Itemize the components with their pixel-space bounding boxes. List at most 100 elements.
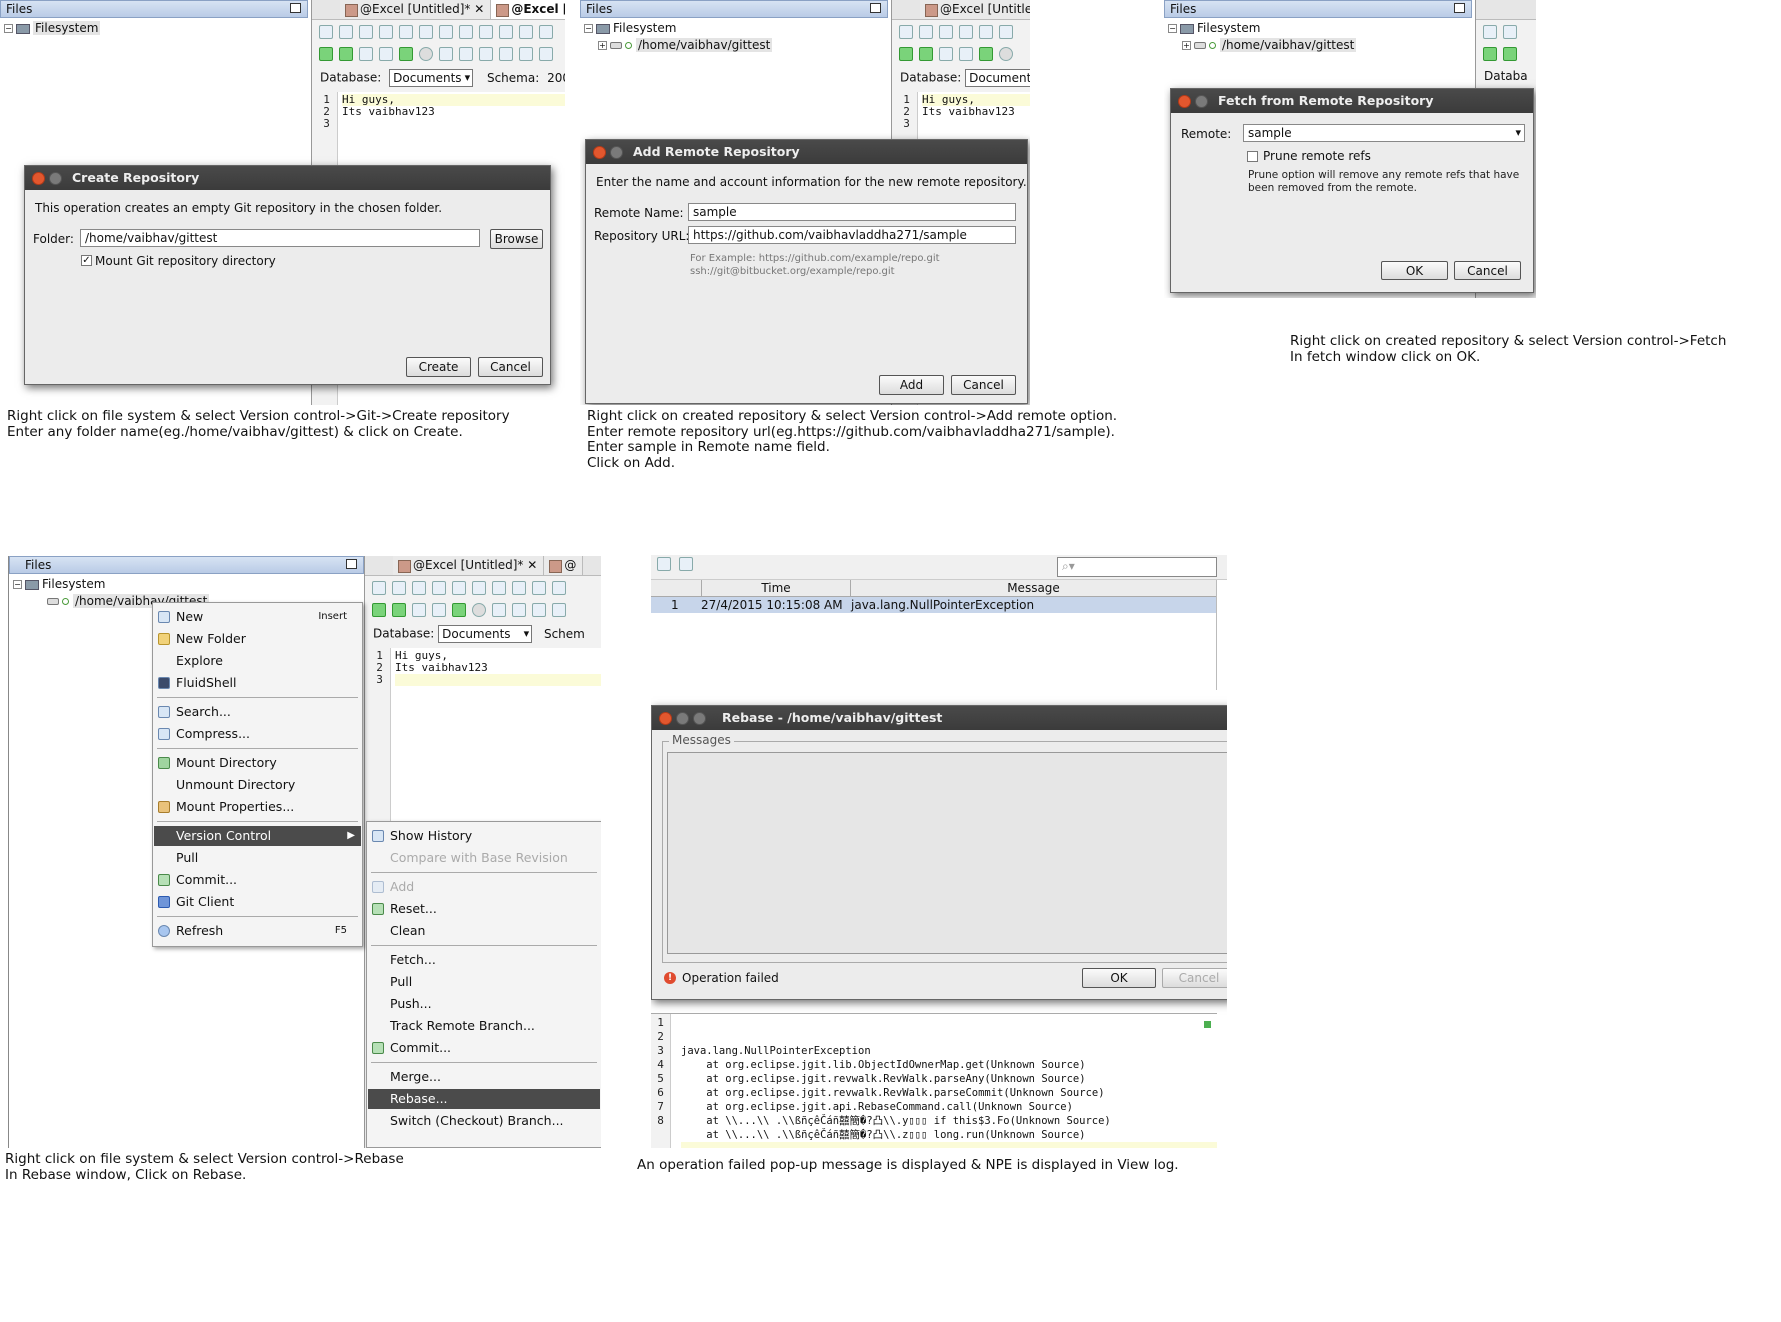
format-icon[interactable] [492,603,506,617]
menu-item-fluidshell[interactable]: FluidShell [154,673,361,693]
restore-icon[interactable] [346,559,357,569]
run-all-icon[interactable] [899,47,913,61]
menu-item-track-remote[interactable]: Track Remote Branch... [368,1016,600,1036]
prune-checkbox[interactable] [1247,151,1258,162]
tab-untitled[interactable]: @Excel [Untitled]* ✕ [340,0,492,19]
browse-button[interactable]: Browse [490,229,543,249]
open-icon[interactable] [392,581,406,595]
database-select[interactable]: Documents [438,625,533,643]
uncomment-icon[interactable] [519,47,533,61]
restore-icon[interactable] [1454,3,1465,13]
run-all-icon[interactable] [1483,47,1497,61]
minimize-icon[interactable] [610,146,623,159]
tab-untitled[interactable]: @Excel [Untitled [920,0,1030,19]
run-all-icon[interactable] [372,603,386,617]
select-icon[interactable] [459,25,473,39]
menu-item-show-history[interactable]: Show History [368,826,600,846]
open-icon[interactable] [1503,25,1517,39]
run-icon[interactable] [1503,47,1517,61]
indent-icon[interactable] [512,603,526,617]
minimize-icon[interactable] [49,172,62,185]
menu-item-rebase[interactable]: Rebase... [368,1089,600,1109]
menu-item-reset[interactable]: Reset... [368,899,600,919]
save-as-icon[interactable] [959,25,973,39]
menu-item-add[interactable]: Add [368,877,600,897]
repository-node[interactable]: /home/vaibhav/gittest [1220,38,1357,52]
save-as-icon[interactable] [379,25,393,39]
indent-icon[interactable] [459,47,473,61]
messages-area[interactable] [667,752,1227,954]
filesystem-node[interactable]: Filesystem [1197,21,1260,35]
new-icon[interactable] [899,25,913,39]
close-icon[interactable] [659,712,672,725]
run-icon[interactable] [392,603,406,617]
filesystem-node[interactable]: Filesystem [33,21,101,35]
log-row[interactable]: 1 27/4/2015 10:15:08 AM java.lang.NullPo… [651,597,1216,613]
maximize-icon[interactable] [693,712,706,725]
minimize-icon[interactable] [676,712,689,725]
step-icon[interactable] [939,47,953,61]
new-icon[interactable] [372,581,386,595]
menu-item-compress[interactable]: Compress... [154,724,361,744]
explain-icon[interactable] [432,603,446,617]
cut-icon[interactable] [479,25,493,39]
menu-item-push[interactable]: Push... [368,994,600,1014]
edit-icon[interactable] [657,557,671,571]
menu-item-clean[interactable]: Clean [368,921,600,941]
cut-icon[interactable] [532,581,546,595]
repository-node[interactable]: /home/vaibhav/gittest [636,38,773,52]
run-all-icon[interactable] [319,47,333,61]
menu-item-compare-base[interactable]: Compare with Base Revision [368,848,600,868]
stop-icon[interactable] [472,603,486,617]
close-icon[interactable] [1178,95,1191,108]
tab-excel[interactable]: @Excel [ [491,0,565,19]
database-select[interactable]: Documents [389,69,474,87]
explain-icon[interactable] [379,47,393,61]
save-all-icon[interactable] [452,581,466,595]
page-icon[interactable] [492,581,506,595]
save-all-icon[interactable] [399,25,413,39]
copy-icon[interactable] [679,557,693,571]
schema-value[interactable]: 2009 [547,71,565,85]
expand-icon[interactable]: − [584,24,593,33]
paste-icon[interactable] [519,25,533,39]
outdent-icon[interactable] [479,47,493,61]
create-button[interactable]: Create [406,357,471,377]
expand-icon[interactable]: − [13,580,22,589]
menu-item-version-control[interactable]: Version Control ▶ [154,826,361,846]
save-all-icon[interactable] [979,25,993,39]
stop-icon[interactable] [419,47,433,61]
repository-url-input[interactable]: https://github.com/vaibhavladdha271/samp… [688,226,1016,244]
cancel-button[interactable]: Cancel [478,357,543,377]
step-icon[interactable] [359,47,373,61]
log-search-input[interactable]: ⌕▾ [1057,557,1217,577]
comment-icon[interactable] [499,47,513,61]
folder-input[interactable]: /home/vaibhav/gittest [80,229,480,247]
menu-item-pull[interactable]: Pull [368,972,600,992]
open-icon[interactable] [919,25,933,39]
execute-icon[interactable] [979,47,993,61]
ok-button[interactable]: OK [1381,261,1448,280]
menu-item-merge[interactable]: Merge... [368,1067,600,1087]
col-message-header[interactable]: Message [850,580,1216,597]
outdent-icon[interactable] [532,603,546,617]
remote-select[interactable]: sample ▾ [1243,124,1525,142]
select-icon[interactable] [512,581,526,595]
expand-icon[interactable]: − [4,24,13,33]
open-icon[interactable] [339,25,353,39]
menu-item-switch-branch[interactable]: Switch (Checkout) Branch... [368,1111,600,1131]
menu-item-refresh[interactable]: Refresh F5 [154,921,361,941]
page-icon[interactable] [439,25,453,39]
comment-icon[interactable] [552,603,566,617]
database-select[interactable]: Documents [965,69,1030,87]
menu-item-mount[interactable]: Mount Directory [154,753,361,773]
tab-untitled[interactable]: @Excel [Untitled]* ✕ [393,556,545,575]
menu-item-commit[interactable]: Commit... [368,1038,600,1058]
col-time-header[interactable]: Time [701,580,850,597]
close-icon[interactable] [593,146,606,159]
save-icon[interactable] [939,25,953,39]
log-output[interactable]: 12345678 java.lang.NullPointerException … [651,1013,1217,1148]
remote-name-input[interactable]: sample [688,203,1016,221]
expand-icon[interactable]: + [598,41,607,50]
close-icon[interactable]: ✕ [527,558,537,572]
